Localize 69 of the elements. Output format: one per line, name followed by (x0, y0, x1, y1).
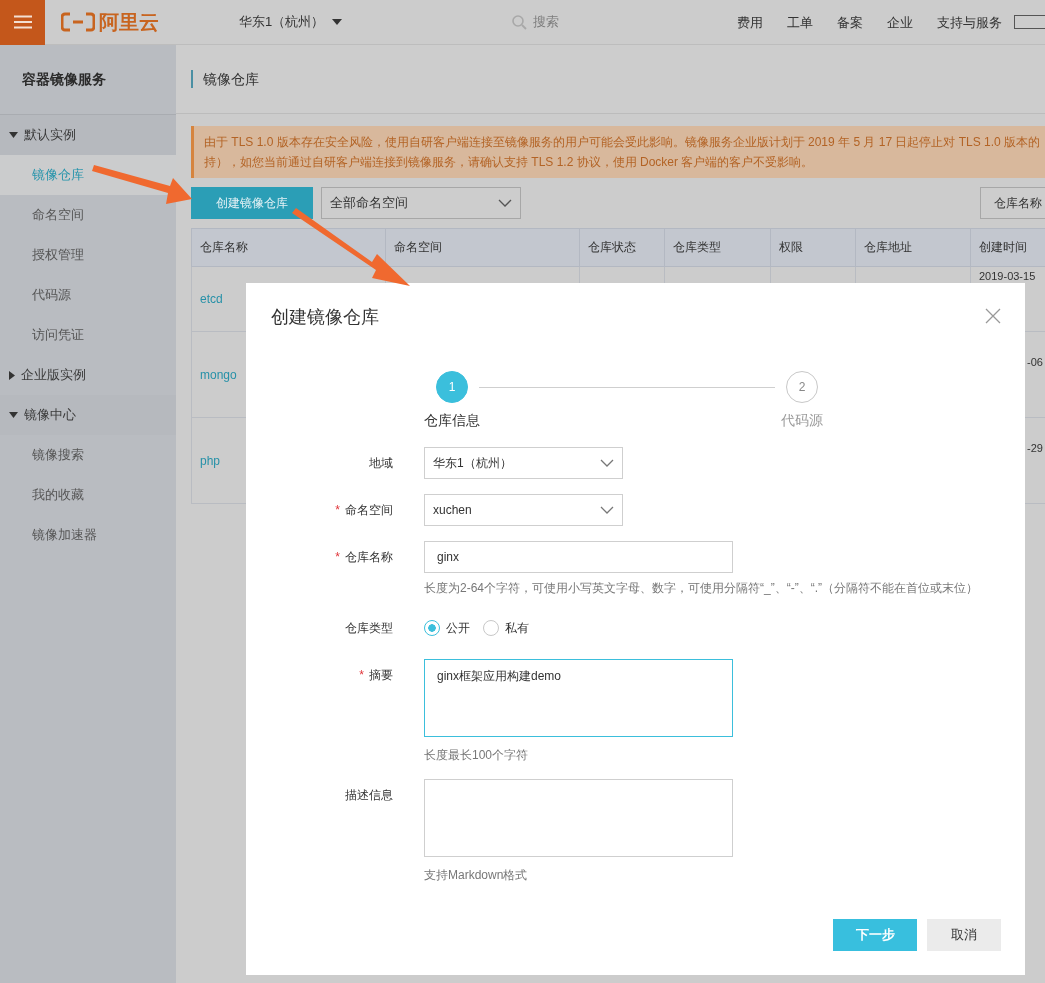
region-selector[interactable]: 华东1（杭州） (239, 13, 343, 31)
logo-icon (61, 12, 95, 32)
sidebar-item[interactable]: 访问凭证 (0, 315, 176, 355)
radio-button[interactable] (424, 620, 440, 636)
search-type-select[interactable]: 仓库名称 (980, 187, 1045, 219)
column-header: 命名空间 (385, 228, 580, 267)
sidebar-group[interactable]: 企业版实例 (0, 355, 176, 395)
field-label: 仓库名称 (345, 550, 393, 564)
column-header: 仓库类型 (664, 228, 771, 267)
frame-icon (1014, 15, 1045, 29)
select-field[interactable]: 华东1（杭州） (424, 447, 623, 479)
close-icon (985, 307, 1001, 324)
table-cell: 2019-03-15 (979, 270, 1036, 282)
field-label: 描述信息 (345, 788, 393, 802)
field-label: 地域 (369, 456, 393, 470)
sidebar-item[interactable]: 授权管理 (0, 235, 176, 275)
namespace-select[interactable]: 全部命名空间 (321, 187, 521, 219)
step-number: 2 (786, 371, 818, 403)
warning-notice: 由于 TLS 1.0 版本存在安全风险，使用自研客户端连接至镜像服务的用户可能会受此影响。镜像服务企业版计划于 2019 年 5 月 17 日起停止对 TLS 1.0 版本的 持），如您当前通过自研客户端连接到镜像服务，请确认支持 TLS 1.2 协议，使用 Docker 客户端的客户不受影响。 (191, 126, 1045, 178)
nav-link[interactable]: 企业 (875, 0, 925, 44)
sidebar-item[interactable]: 镜像加速器 (0, 515, 176, 555)
step-number: 1 (436, 371, 468, 403)
nav-link[interactable]: 工单 (775, 0, 825, 44)
sidebar-item[interactable]: 我的收藏 (0, 475, 176, 515)
nav-link[interactable]: 费用 (725, 0, 775, 44)
field-label: 命名空间 (345, 503, 393, 517)
column-header: 创建时间 (970, 228, 1045, 267)
input-field[interactable]: ginx (424, 541, 733, 573)
column-header: 仓库地址 (855, 228, 971, 267)
field-label: 仓库类型 (345, 621, 393, 635)
step-label: 代码源 (781, 412, 823, 430)
required-mark: * (335, 503, 340, 517)
column-header: 权限 (770, 228, 856, 267)
caret-down-icon (332, 19, 343, 25)
nav-link[interactable]: 备案 (825, 0, 875, 44)
field-label: 摘要 (369, 668, 393, 682)
column-header: 仓库名称 (191, 228, 386, 267)
caret-down-icon (9, 412, 18, 418)
required-mark: * (359, 668, 364, 682)
select-field[interactable]: xuchen (424, 494, 623, 526)
radio-button[interactable] (483, 620, 499, 636)
nav-link[interactable]: 支持与服务 (925, 0, 1014, 44)
field-hint: 长度为2-64个字符，可使用小写英文字母、数字，可使用分隔符“_”、“-”、“.”（分隔符不能在首位或末位） (424, 580, 978, 597)
caret-down-icon (9, 132, 18, 138)
dialog-title: 创建镜像仓库 (271, 306, 379, 329)
required-mark: * (335, 550, 340, 564)
step-label: 仓库信息 (424, 412, 480, 430)
logo-text: 阿里云 (99, 9, 159, 35)
cancel-button[interactable]: 取消 (927, 919, 1001, 951)
page-title: 镜像仓库 (191, 70, 259, 88)
chevron-down-icon (498, 199, 512, 207)
radio-label: 公开 (446, 619, 470, 637)
chevron-down-icon (600, 506, 614, 514)
caret-right-icon (9, 370, 15, 380)
table-cell: -06 (1027, 356, 1043, 368)
field-hint: 支持Markdown格式 (424, 867, 529, 884)
text-area[interactable] (424, 779, 733, 857)
table-cell: -29 (1027, 442, 1043, 454)
chevron-down-icon (600, 459, 614, 467)
sidebar-item[interactable]: 镜像搜索 (0, 435, 176, 475)
menu-icon (12, 15, 33, 29)
sidebar-item[interactable]: 代码源 (0, 275, 176, 315)
sidebar-item[interactable]: 命名空间 (0, 195, 176, 235)
column-header: 仓库状态 (579, 228, 665, 267)
field-hint: 长度最长100个字符 (424, 747, 530, 764)
menu-button[interactable] (0, 0, 45, 45)
text-area[interactable]: ginx框架应用构建demo (424, 659, 733, 737)
radio-label: 私有 (505, 619, 529, 637)
search-icon (512, 14, 528, 30)
